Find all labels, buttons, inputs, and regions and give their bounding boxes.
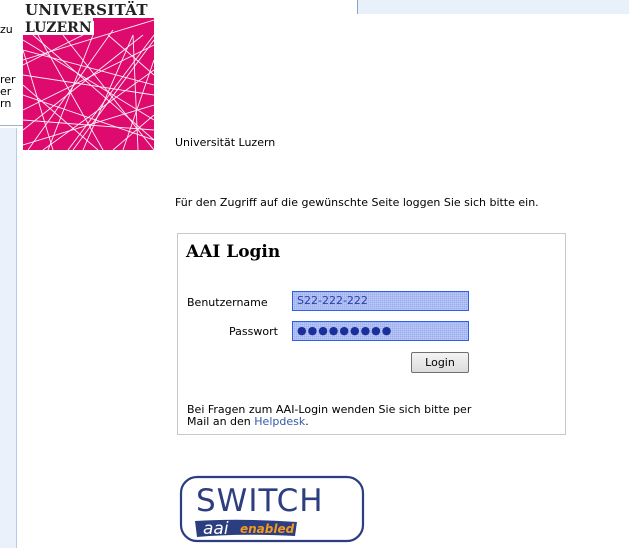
password-mask: ●●●●●●●●● [297,324,393,337]
login-button[interactable]: Login [411,352,469,373]
logo-subtitle: LUZERN [25,20,94,36]
password-label: Passwort [229,325,278,338]
background-divider [0,125,24,126]
university-name: Universität Luzern [175,136,276,149]
enabled-text: enabled [240,522,295,536]
aai-text: aai [203,519,229,539]
help-text: Bei Fragen zum AAI-Login wenden Sie sich… [187,404,557,428]
username-input[interactable]: S22-222-222 [292,291,469,311]
login-instruction: Für den Zugriff auf die gewünschte Seite… [175,196,539,209]
help-text-end: . [305,415,309,428]
background-top-panel [357,0,629,14]
login-title: AAI Login [186,242,281,262]
logo-title: UNIVERSITÄT [25,1,148,19]
switch-wordmark: SWITCH [196,483,324,519]
background-left-panel [0,128,17,548]
login-form: AAI Login Benutzername S22-222-222 Passw… [177,233,566,435]
password-input[interactable]: ●●●●●●●●● [292,321,469,341]
help-text-line2: Mail an den [187,415,255,428]
helpdesk-link[interactable]: Helpdesk [254,415,305,428]
switch-aai-badge: SWITCH aai enabled [179,475,365,543]
username-label: Benutzername [187,296,268,309]
